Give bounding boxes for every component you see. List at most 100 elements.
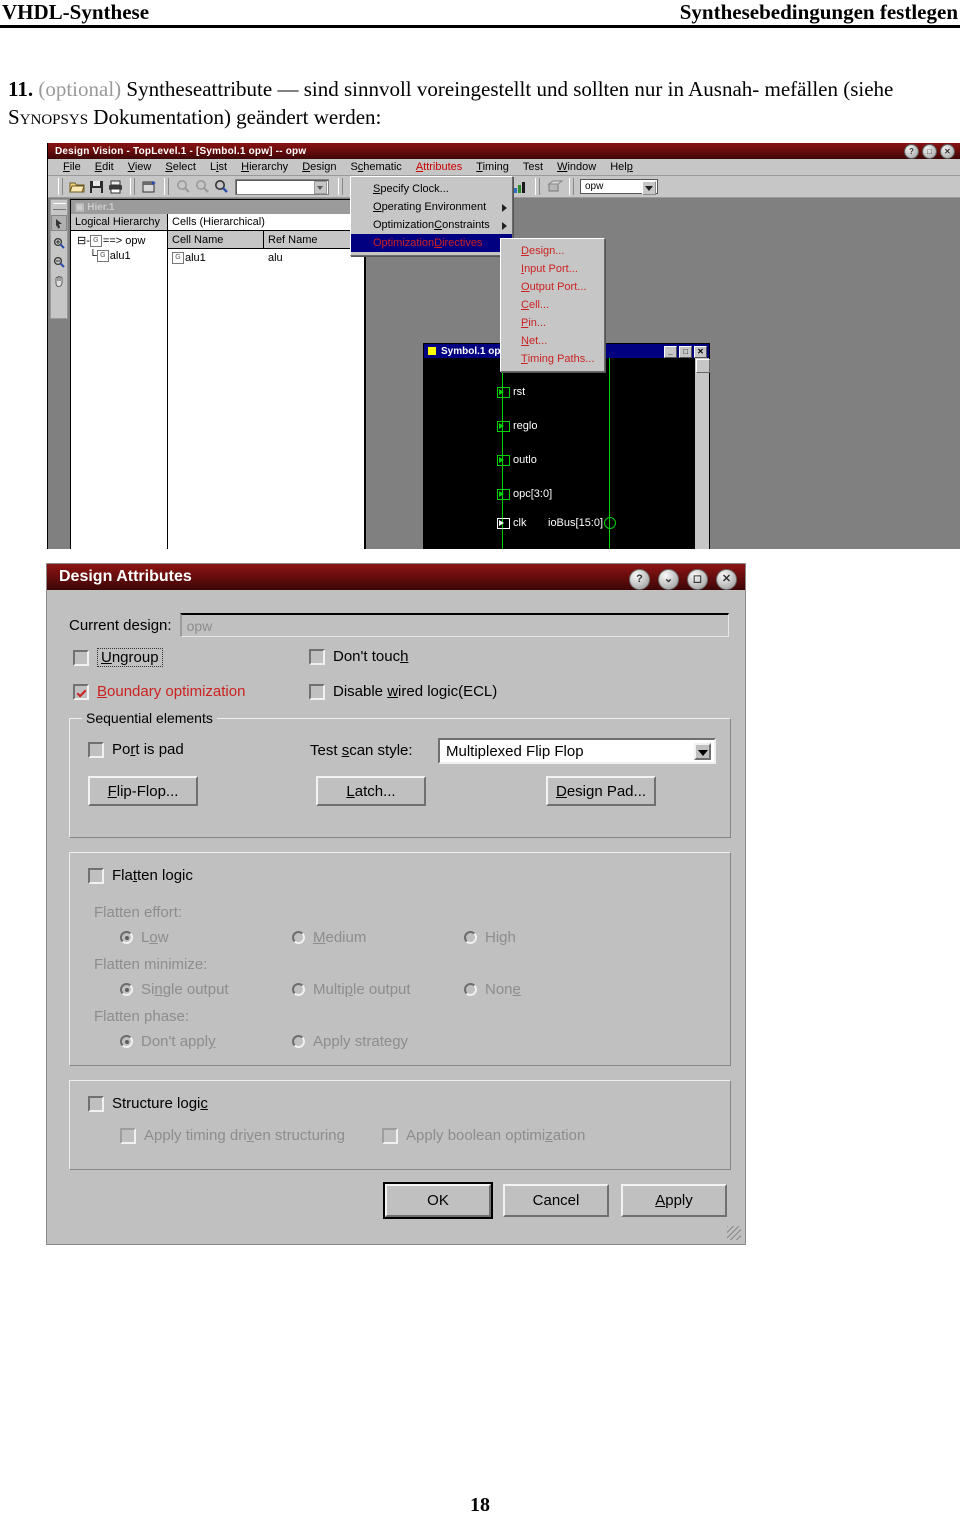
- port-opc[interactable]: opc[3:0]: [497, 488, 552, 500]
- tree-node-child[interactable]: └ Galu1: [71, 247, 167, 263]
- menu-schematic[interactable]: Schematic: [343, 160, 408, 174]
- resize-grip[interactable]: [727, 1226, 741, 1240]
- submenu-item-pin[interactable]: Pin...: [501, 314, 604, 332]
- tree-node-root[interactable]: ⊟- G ==> opw: [71, 231, 167, 248]
- flatten-phase-dontapply-radio[interactable]: [120, 1035, 133, 1048]
- zoom-out-icon[interactable]: [194, 179, 211, 195]
- menu-file[interactable]: File: [56, 160, 88, 174]
- menu-hierarchy[interactable]: Hierarchy: [234, 160, 295, 174]
- save-disk-icon[interactable]: [88, 179, 105, 195]
- submenu-item-design[interactable]: Design...: [501, 242, 604, 260]
- flip-flop-button[interactable]: Flip-Flop...: [88, 776, 198, 806]
- apply-boolean-optimization-checkbox[interactable]: [382, 1127, 398, 1144]
- column-header-cell-name[interactable]: Cell Name: [168, 231, 264, 248]
- disable-wired-logic-checkbox[interactable]: [309, 683, 325, 700]
- zoom-in-icon[interactable]: [52, 236, 66, 250]
- flatten-effort-low-row[interactable]: Low: [120, 929, 169, 946]
- flatten-phase-applystrategy-row[interactable]: Apply strategy: [292, 1033, 408, 1050]
- dont-touch-checkbox[interactable]: [309, 648, 325, 665]
- menu-list[interactable]: List: [203, 160, 234, 174]
- flatten-logic-checkbox[interactable]: [88, 867, 104, 884]
- boundary-optimization-checkbox-row[interactable]: Boundary optimization: [73, 683, 245, 700]
- flatten-minimize-none-row[interactable]: None: [464, 981, 521, 998]
- print-icon[interactable]: [107, 179, 124, 195]
- ungroup-checkbox-row[interactable]: Ungroup: [73, 648, 163, 667]
- flatten-phase-applystrategy-radio[interactable]: [292, 1035, 305, 1048]
- chevron-down-icon[interactable]: [694, 743, 711, 760]
- menu-item-optimization-directives[interactable]: Optimization Directives: [351, 234, 512, 252]
- menu-item-optimization-constraints[interactable]: Optimization Constraints: [351, 216, 512, 234]
- maximize-icon[interactable]: □: [679, 346, 692, 358]
- ungroup-checkbox[interactable]: [73, 649, 89, 666]
- help-icon[interactable]: ?: [904, 144, 919, 159]
- maximize-icon[interactable]: □: [922, 144, 937, 159]
- port-reglo[interactable]: reglo: [497, 420, 537, 432]
- menu-test[interactable]: Test: [516, 160, 550, 174]
- maximize-icon[interactable]: ◻: [687, 569, 708, 590]
- toolbar-search-combo[interactable]: [235, 178, 329, 195]
- menu-item-specify-clock[interactable]: Specify Clock...: [351, 180, 512, 198]
- port-iobus[interactable]: ioBus[15:0]: [548, 517, 617, 529]
- flatten-logic-checkbox-row[interactable]: Flatten logic: [88, 867, 193, 884]
- flatten-minimize-multiple-radio[interactable]: [292, 983, 305, 996]
- flatten-minimize-none-radio[interactable]: [464, 983, 477, 996]
- help-icon[interactable]: ?: [629, 569, 650, 590]
- zoom-in-icon[interactable]: [175, 179, 192, 195]
- menu-timing[interactable]: Timing: [469, 160, 516, 174]
- flatten-minimize-multiple-row[interactable]: Multiple output: [292, 981, 411, 998]
- menu-item-operating-environment[interactable]: Operating Environment: [351, 198, 512, 216]
- menu-view[interactable]: View: [121, 160, 159, 174]
- close-icon[interactable]: ✕: [694, 346, 707, 358]
- pointer-icon[interactable]: [51, 215, 67, 231]
- design-pad-button[interactable]: Design Pad...: [546, 776, 656, 806]
- tool-strip-grip[interactable]: [52, 203, 66, 210]
- submenu-item-input-port[interactable]: Input Port...: [501, 260, 604, 278]
- tree-expander-icon[interactable]: ⊟-: [77, 235, 90, 247]
- open-folder-icon[interactable]: [69, 179, 86, 195]
- submenu-item-timing-paths[interactable]: Timing Paths...: [501, 350, 604, 368]
- port-rst[interactable]: rst: [497, 386, 525, 398]
- cancel-button[interactable]: Cancel: [503, 1184, 609, 1217]
- port-clk[interactable]: clk: [497, 517, 526, 529]
- chevron-down-icon[interactable]: [642, 181, 656, 195]
- flatten-effort-high-radio[interactable]: [464, 931, 477, 944]
- current-design-input[interactable]: opw: [179, 613, 729, 637]
- test-scan-style-select[interactable]: Multiplexed Flip Flop: [438, 738, 716, 764]
- current-design-combo[interactable]: opw: [580, 179, 658, 195]
- submenu-item-cell[interactable]: Cell...: [501, 296, 604, 314]
- latch-button[interactable]: Latch...: [316, 776, 426, 806]
- table-row[interactable]: Galu1 alu: [168, 249, 364, 265]
- port-is-pad-checkbox-row[interactable]: Port is pad: [88, 741, 184, 758]
- submenu-item-output-port[interactable]: Output Port...: [501, 278, 604, 296]
- apply-timing-driven-structuring-row[interactable]: Apply timing driven structuring: [120, 1127, 345, 1144]
- apply-boolean-optimization-row[interactable]: Apply boolean optimization: [382, 1127, 585, 1144]
- minimize-icon[interactable]: _: [664, 346, 677, 358]
- flatten-effort-medium-radio[interactable]: [292, 931, 305, 944]
- minimize-icon[interactable]: ⌄: [658, 569, 679, 590]
- menu-edit[interactable]: Edit: [88, 160, 121, 174]
- menu-window[interactable]: Window: [550, 160, 603, 174]
- disable-wired-logic-checkbox-row[interactable]: Disable wired logic(ECL): [309, 683, 497, 700]
- menu-attributes[interactable]: Attributes: [408, 160, 470, 174]
- chevron-down-icon[interactable]: [314, 180, 327, 194]
- boundary-optimization-checkbox[interactable]: [73, 683, 89, 700]
- ok-button[interactable]: OK: [385, 1184, 491, 1217]
- symbol-canvas[interactable]: rst reglo outlo opc[3:0] clk ioBus[15:0]: [424, 358, 693, 549]
- flatten-effort-high-row[interactable]: High: [464, 929, 516, 946]
- structure-logic-checkbox-row[interactable]: Structure logic: [88, 1095, 208, 1112]
- port-is-pad-checkbox[interactable]: [88, 741, 104, 758]
- zoom-out-icon[interactable]: [52, 255, 66, 269]
- menu-select[interactable]: Select: [158, 160, 203, 174]
- flatten-minimize-single-radio[interactable]: [120, 983, 133, 996]
- menu-design[interactable]: Design: [295, 160, 343, 174]
- close-icon[interactable]: ✕: [716, 569, 737, 590]
- clock-icon[interactable]: [546, 179, 564, 195]
- flatten-effort-medium-row[interactable]: Medium: [292, 929, 366, 946]
- new-window-icon[interactable]: [141, 179, 158, 195]
- submenu-item-net[interactable]: Net...: [501, 332, 604, 350]
- flatten-minimize-single-row[interactable]: Single output: [120, 981, 229, 998]
- column-header-ref-name[interactable]: Ref Name: [264, 231, 363, 248]
- flatten-phase-dontapply-row[interactable]: Don't apply: [120, 1033, 216, 1050]
- port-outlo[interactable]: outlo: [497, 454, 537, 466]
- pan-hand-icon[interactable]: [52, 274, 66, 288]
